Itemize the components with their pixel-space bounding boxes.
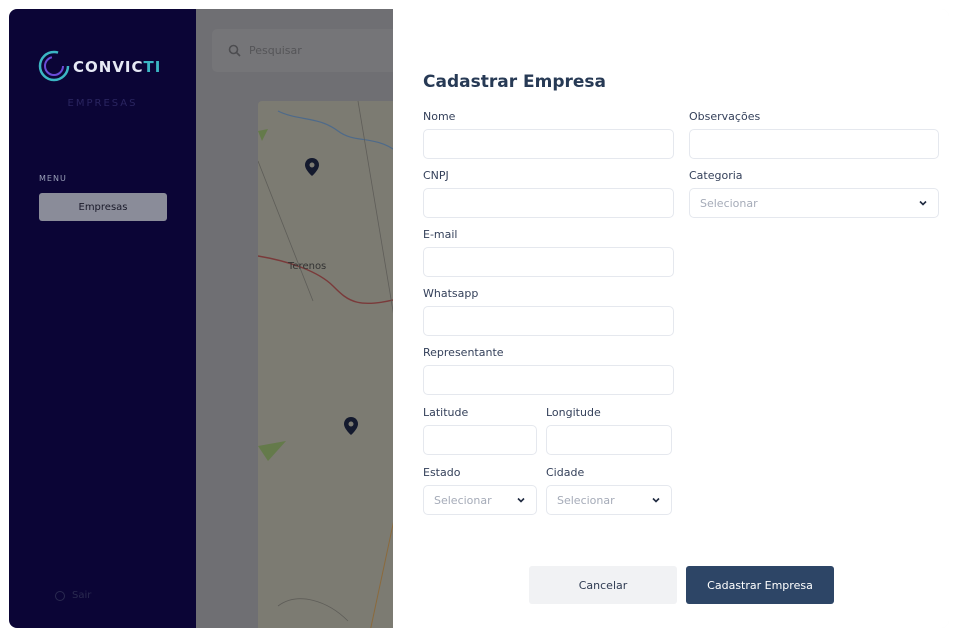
latitude-label: Latitude — [423, 406, 469, 419]
categoria-select[interactable]: Selecionar — [689, 188, 939, 218]
longitude-input[interactable] — [546, 425, 672, 455]
email-label: E-mail — [423, 228, 458, 241]
representante-label: Representante — [423, 346, 504, 359]
longitude-label: Longitude — [546, 406, 601, 419]
nome-input[interactable] — [423, 129, 674, 159]
whatsapp-label: Whatsapp — [423, 287, 479, 300]
cnpj-label: CNPJ — [423, 169, 449, 182]
chevron-down-icon — [919, 200, 927, 206]
logo: CONVICTI — [37, 49, 177, 85]
latitude-input[interactable] — [423, 425, 537, 455]
logo-subtitle: EMPRESAS — [67, 98, 138, 109]
cidade-label: Cidade — [546, 466, 585, 479]
categoria-label: Categoria — [689, 169, 743, 182]
estado-label: Estado — [423, 466, 461, 479]
sidebar: CONVICTI EMPRESAS MENU Empresas Sair — [9, 9, 196, 628]
chevron-down-icon — [652, 497, 660, 503]
main-content: Pesquisar Terenos — [196, 9, 393, 628]
representante-input[interactable] — [423, 365, 674, 395]
observacoes-input[interactable] — [689, 129, 939, 159]
logo-icon — [38, 50, 70, 82]
map-place-label: Terenos — [288, 261, 327, 272]
search-bar[interactable]: Pesquisar — [212, 29, 393, 72]
estado-select-value: Selecionar — [434, 493, 492, 507]
chevron-down-icon — [517, 497, 525, 503]
search-icon — [228, 44, 241, 57]
whatsapp-input[interactable] — [423, 306, 674, 336]
map-pin-icon[interactable] — [344, 417, 358, 435]
power-icon — [55, 590, 65, 601]
estado-select[interactable]: Selecionar — [423, 485, 537, 515]
cnpj-input[interactable] — [423, 188, 674, 218]
search-placeholder: Pesquisar — [249, 44, 302, 57]
menu-heading: MENU — [39, 174, 67, 183]
cancel-button[interactable]: Cancelar — [529, 566, 677, 604]
map-pin-icon[interactable] — [305, 158, 319, 176]
logout-button[interactable]: Sair — [55, 590, 91, 601]
categoria-select-value: Selecionar — [700, 196, 758, 210]
logout-label: Sair — [72, 590, 92, 601]
observacoes-label: Observações — [689, 110, 761, 123]
nome-label: Nome — [423, 110, 456, 123]
cidade-select[interactable]: Selecionar — [546, 485, 672, 515]
map[interactable]: Terenos — [258, 101, 393, 628]
email-input[interactable] — [423, 247, 674, 277]
app-window: CONVICTI EMPRESAS MENU Empresas Sair Pes… — [9, 9, 949, 628]
panel-title: Cadastrar Empresa — [423, 72, 606, 92]
cidade-select-value: Selecionar — [557, 493, 615, 507]
register-company-panel: Cadastrar Empresa Nome Observações CNPJ … — [393, 9, 949, 628]
logo-text: CONVICTI — [73, 58, 162, 76]
submit-button[interactable]: Cadastrar Empresa — [686, 566, 834, 604]
sidebar-item-empresas[interactable]: Empresas — [39, 193, 167, 221]
